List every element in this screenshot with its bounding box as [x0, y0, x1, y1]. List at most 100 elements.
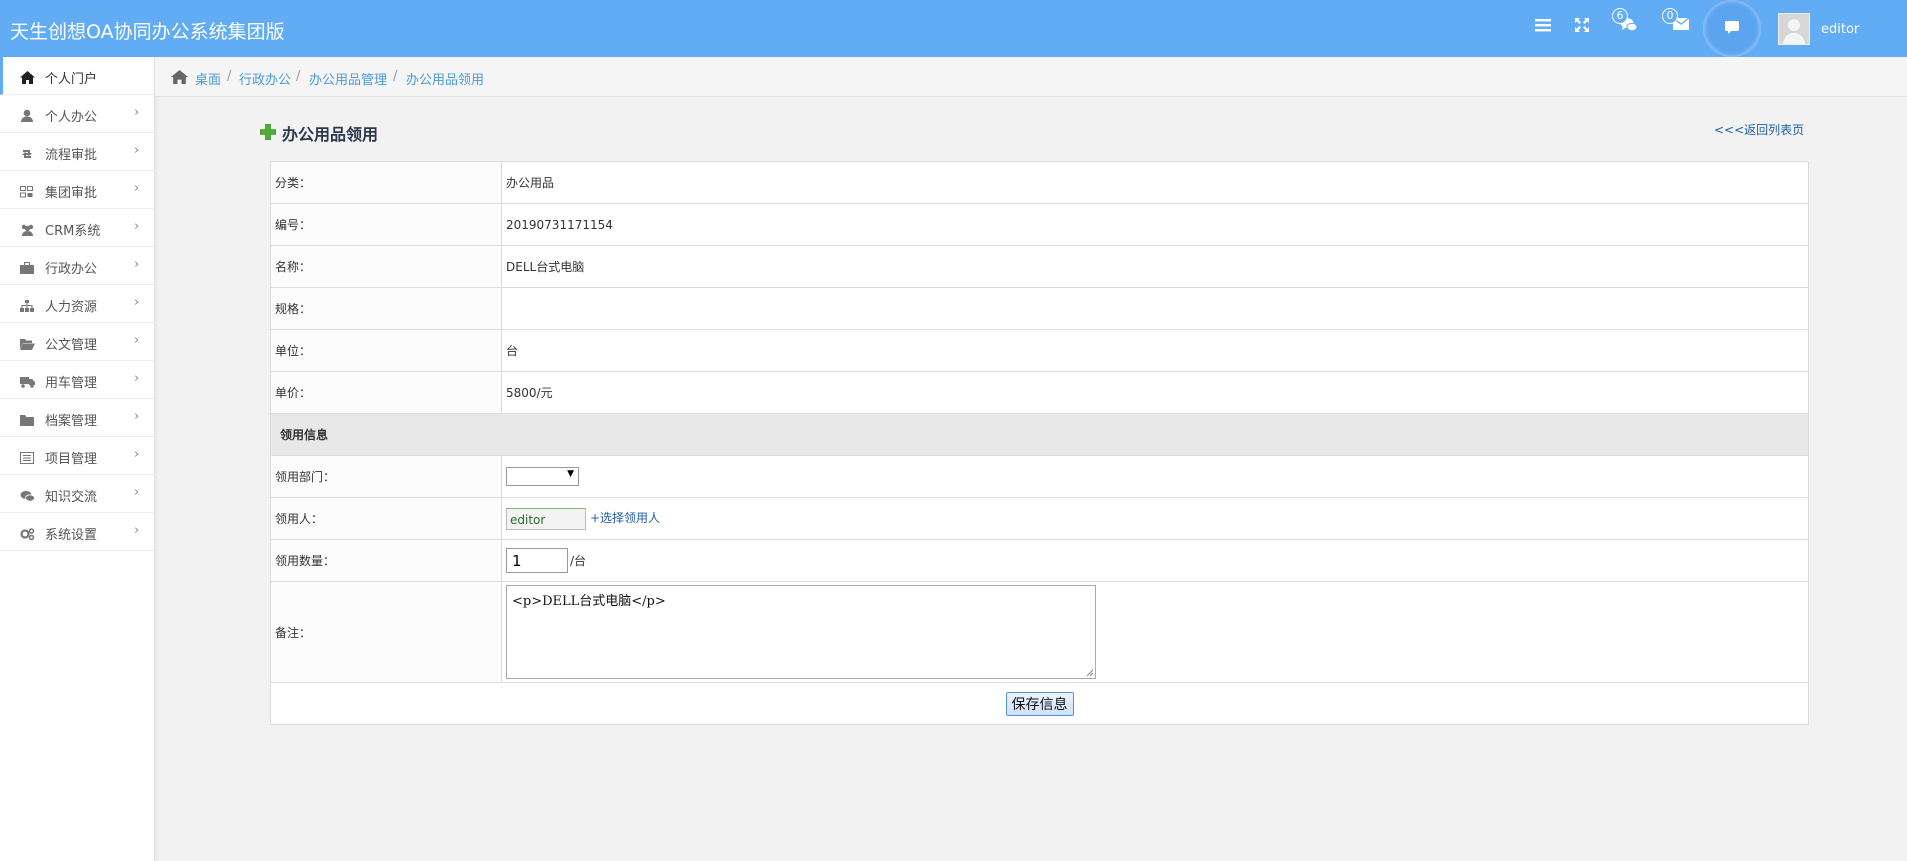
app-title: 天生创想OA协同办公系统集团版	[10, 21, 285, 43]
sidebar-item-label: 项目管理	[45, 452, 98, 467]
sitemap-icon	[20, 297, 34, 312]
sidebar-item-admin-office[interactable]: 行政办公 ›	[0, 247, 154, 285]
field-label: 名称：	[270, 245, 502, 288]
home-icon	[20, 69, 35, 84]
chevron-right-icon: ›	[134, 105, 140, 120]
table-row: 领用数量： 1/台	[270, 539, 1809, 582]
field-label: 规格：	[270, 287, 502, 330]
sidebar-item-projects[interactable]: 项目管理 ›	[0, 437, 154, 475]
chevron-right-icon: ›	[134, 143, 140, 158]
field-label: 备注：	[270, 581, 502, 683]
table-row: 规格：	[270, 287, 1809, 330]
back-to-list-link[interactable]: <<<返回列表页	[1714, 121, 1804, 138]
avatar[interactable]	[1778, 13, 1810, 45]
sidebar-item-group-approval[interactable]: 集团审批 ›	[0, 171, 154, 209]
sidebar-item-vehicles[interactable]: 用车管理 ›	[0, 361, 154, 399]
breadcrumb-separator: /	[227, 69, 232, 84]
action-cell: 保存信息	[270, 682, 1809, 725]
breadcrumb-desktop[interactable]: 桌面	[195, 69, 221, 88]
page-title: 办公用品领用	[282, 125, 379, 144]
sidebar-item-personal-office[interactable]: 个人办公 ›	[0, 95, 154, 133]
chevron-right-icon: ›	[134, 333, 140, 348]
chevron-right-icon: ›	[134, 371, 140, 386]
chevron-right-icon: ›	[134, 219, 140, 234]
sidebar-item-label: 知识交流	[45, 490, 98, 505]
cogs-icon	[20, 525, 35, 541]
mail-count-badge: 0	[1662, 8, 1678, 24]
comments-icon	[20, 487, 35, 502]
field-label: 编号：	[270, 203, 502, 246]
field-label: 单位：	[270, 329, 502, 372]
field-label: 领用部门：	[270, 455, 502, 498]
sidebar-item-label: 个人办公	[45, 110, 98, 125]
message-bubble-button[interactable]	[1703, 0, 1761, 57]
username[interactable]: editor	[1821, 22, 1859, 37]
sidebar-item-label: 人力资源	[45, 300, 98, 315]
sidebar-item-hr[interactable]: 人力资源 ›	[0, 285, 154, 323]
select-recipient-link[interactable]: +选择领用人	[590, 511, 660, 525]
resize-grip-icon[interactable]	[1086, 669, 1094, 677]
sidebar-item-settings[interactable]: 系统设置 ›	[0, 513, 154, 551]
folder-open-icon	[20, 335, 35, 350]
quantity-input[interactable]: 1	[506, 548, 568, 573]
sidebar-item-portal[interactable]: 个人门户	[0, 57, 154, 95]
sidebar-item-archives[interactable]: 档案管理 ›	[0, 399, 154, 437]
user-icon	[20, 107, 34, 122]
fullscreen-icon[interactable]	[1574, 17, 1598, 39]
table-row: 单位： 台	[270, 329, 1809, 372]
price-value: 5800/元	[501, 371, 1809, 414]
sidebar-item-label: 系统设置	[45, 528, 98, 543]
sidebar-item-workflow[interactable]: 流程审批 ›	[0, 133, 154, 171]
dropdown-arrow-icon: ▼	[567, 469, 574, 479]
sidebar-item-crm[interactable]: CRM系统 ›	[0, 209, 154, 247]
sidebar-item-label: CRM系统	[45, 224, 101, 239]
menu-icon[interactable]	[1534, 17, 1558, 39]
field-label: 分类：	[270, 161, 502, 204]
remark-textarea[interactable]: <p>DELL台式电脑</p>	[506, 585, 1096, 679]
table-row: 备注： <p>DELL台式电脑</p>	[270, 581, 1809, 683]
department-select[interactable]: ▼	[506, 467, 579, 486]
chevron-right-icon: ›	[134, 257, 140, 272]
name-value: DELL台式电脑	[501, 245, 1809, 288]
dept-cell: ▼	[501, 455, 1809, 498]
sidebar-item-label: 用车管理	[45, 376, 98, 391]
table-row: 分类： 办公用品	[270, 161, 1809, 204]
table-row: 保存信息	[270, 682, 1809, 725]
users-icon	[20, 221, 34, 236]
field-label: 领用数量：	[270, 539, 502, 582]
breadcrumb-admin-office[interactable]: 行政办公	[239, 69, 291, 88]
quantity-unit: /台	[570, 554, 587, 568]
sidebar: 个人门户 个人办公 › 流程审批 › 集团审批 › CRM系统 › 行政办公 ›…	[0, 57, 155, 861]
save-button[interactable]: 保存信息	[1005, 691, 1074, 716]
message-bubble-icon	[1724, 20, 1740, 39]
table-row: 领用部门： ▼	[270, 455, 1809, 498]
category-value: 办公用品	[501, 161, 1809, 204]
remark-cell: <p>DELL台式电脑</p>	[501, 581, 1809, 683]
sidebar-item-knowledge[interactable]: 知识交流 ›	[0, 475, 154, 513]
breadcrumb-separator: /	[393, 69, 398, 84]
chevron-right-icon: ›	[134, 523, 140, 538]
breadcrumb-supplies-management[interactable]: 办公用品管理	[309, 69, 387, 88]
section-header-row: 领用信息	[270, 413, 1809, 456]
chat-count-badge: 6	[1612, 8, 1628, 24]
truck-icon	[20, 373, 35, 388]
requisition-form: 分类： 办公用品 编号： 20190731171154 名称： DELL台式电脑…	[270, 161, 1809, 725]
recipient-input[interactable]: editor	[506, 507, 586, 530]
sidebar-item-label: 个人门户	[45, 72, 98, 87]
table-row: 领用人： editor +选择领用人	[270, 497, 1809, 540]
sidebar-item-label: 行政办公	[45, 262, 98, 277]
list-icon	[20, 449, 34, 464]
unit-value: 台	[501, 329, 1809, 372]
sidebar-item-documents[interactable]: 公文管理 ›	[0, 323, 154, 361]
breadcrumb-supplies-requisition: 办公用品领用	[406, 73, 485, 88]
chevron-right-icon: ›	[134, 295, 140, 310]
home-icon[interactable]	[171, 69, 188, 88]
sidebar-item-label: 流程审批	[45, 148, 98, 163]
top-header: 天生创想OA协同办公系统集团版 6 0 editor	[0, 0, 1907, 57]
chevron-right-icon: ›	[134, 447, 140, 462]
chevron-right-icon: ›	[134, 181, 140, 196]
spec-value	[501, 287, 1809, 330]
sidebar-item-label: 公文管理	[45, 338, 98, 353]
breadcrumb-separator: /	[296, 69, 301, 84]
person-cell: editor +选择领用人	[501, 497, 1809, 540]
